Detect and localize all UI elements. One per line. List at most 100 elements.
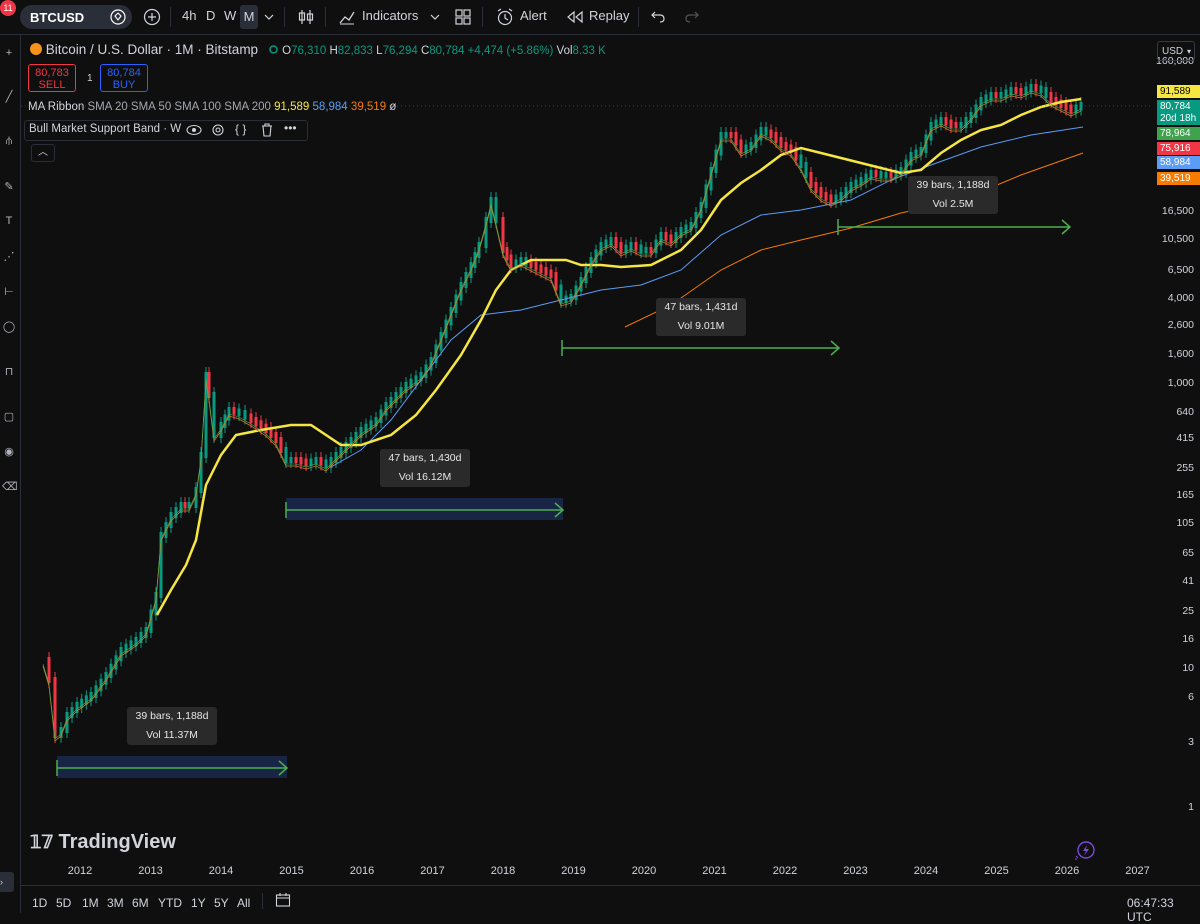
candle-body bbox=[232, 407, 236, 415]
symbol-title[interactable]: Bitcoin / U.S. Dollar · 1M · Bitstamp bbox=[46, 42, 258, 57]
lightning-icon[interactable] bbox=[1073, 840, 1097, 862]
range-1m[interactable]: 1M bbox=[82, 896, 99, 910]
ohlc-values: O76,310 H82,833 L76,294 C80,784 +4,474 (… bbox=[282, 45, 606, 57]
symbol-search-button[interactable]: BTCUSD bbox=[20, 5, 132, 29]
interval-m[interactable]: M bbox=[240, 5, 258, 29]
settings-gear-icon[interactable] bbox=[211, 123, 225, 137]
undo-icon[interactable] bbox=[650, 10, 666, 24]
range-ytd[interactable]: YTD bbox=[158, 896, 182, 910]
candle-style-icon[interactable] bbox=[297, 8, 315, 26]
bull-market-band-legend[interactable]: Bull Market Support Band · W { } ••• bbox=[24, 120, 308, 141]
candle-body bbox=[999, 92, 1003, 98]
range-3m[interactable]: 3M bbox=[107, 896, 124, 910]
candle-body bbox=[889, 172, 893, 178]
candle-body bbox=[501, 217, 505, 253]
candle-body bbox=[809, 172, 813, 188]
trend-line-icon[interactable]: ╱ bbox=[2, 90, 16, 104]
price-tick-label: 4,000 bbox=[1167, 292, 1194, 304]
candle-body bbox=[314, 457, 318, 465]
add-symbol-icon[interactable] bbox=[143, 8, 161, 26]
candle-body bbox=[509, 254, 513, 268]
replay-button[interactable]: Replay bbox=[589, 8, 629, 23]
alert-button[interactable]: Alert bbox=[520, 8, 547, 23]
eye-icon[interactable]: ◉ bbox=[2, 445, 16, 459]
brush-icon[interactable]: ✎ bbox=[2, 180, 16, 194]
price-badge: 78,964 bbox=[1157, 127, 1200, 140]
annotation-bars: 39 bars, 1,188d bbox=[916, 179, 990, 191]
annotation-bars: 39 bars, 1,188d bbox=[135, 710, 209, 722]
price-tick-label: 3 bbox=[1188, 736, 1194, 748]
indicators-icon[interactable] bbox=[338, 8, 356, 26]
candle-body bbox=[243, 410, 247, 420]
range-annotation-4[interactable]: 39 bars, 1,188d Vol 2.5M bbox=[908, 176, 998, 214]
more-options-icon[interactable]: ••• bbox=[284, 121, 297, 135]
time-axis[interactable]: 2012 2013 2014 2015 2016 2017 2018 2019 2020 2021… bbox=[21, 857, 1153, 883]
interval-d[interactable]: D bbox=[206, 8, 215, 23]
expand-panel-button[interactable]: › bbox=[0, 872, 14, 892]
buy-button[interactable]: 80,784 BUY bbox=[100, 64, 148, 92]
candle-body bbox=[164, 522, 168, 538]
time-tick-label: 2019 bbox=[561, 865, 586, 877]
candle-body bbox=[729, 132, 733, 138]
calendar-icon[interactable] bbox=[275, 892, 291, 908]
pattern-icon[interactable]: ⋰ bbox=[2, 250, 16, 264]
range-6m[interactable]: 6M bbox=[132, 896, 149, 910]
annotation-vol: Vol 16.12M bbox=[398, 471, 452, 483]
collapse-legend-button[interactable]: ︿ bbox=[31, 144, 55, 162]
candle-body bbox=[944, 117, 948, 126]
range-annotation-1[interactable]: 39 bars, 1,188d Vol 11.37M bbox=[127, 707, 217, 745]
pitchfork-icon[interactable]: ⫛ bbox=[2, 135, 16, 149]
trash-icon[interactable]: ⌫ bbox=[2, 480, 18, 494]
sell-button[interactable]: 80,783 SELL bbox=[28, 64, 76, 92]
clock-display[interactable]: 06:47:33 UTC bbox=[1127, 896, 1200, 924]
lock-icon[interactable]: ▢ bbox=[2, 410, 16, 424]
range-1y[interactable]: 1Y bbox=[191, 896, 206, 910]
candle-body bbox=[874, 170, 878, 177]
replay-icon[interactable] bbox=[566, 10, 584, 24]
magnet-icon[interactable]: ⊓ bbox=[2, 365, 16, 379]
range-5d[interactable]: 5D bbox=[56, 896, 71, 910]
currency-label: USD bbox=[1162, 46, 1184, 57]
ruler-icon[interactable]: ⊢ bbox=[2, 285, 16, 299]
range-all[interactable]: All bbox=[237, 896, 250, 910]
annotation-bars: 47 bars, 1,431d bbox=[664, 301, 738, 313]
range-1d[interactable]: 1D bbox=[32, 896, 47, 910]
candle-body bbox=[664, 232, 668, 241]
ma-value-2: 58,984 bbox=[312, 101, 348, 113]
chevron-down-icon[interactable] bbox=[264, 13, 274, 21]
trash-icon[interactable] bbox=[261, 123, 273, 137]
candle-body bbox=[47, 657, 51, 683]
crosshair-icon[interactable]: + bbox=[2, 47, 16, 61]
time-tick-label: 2021 bbox=[702, 865, 727, 877]
text-icon[interactable]: T bbox=[2, 215, 16, 229]
notification-badge[interactable]: 11 bbox=[0, 0, 16, 16]
price-badge: 91,589 bbox=[1157, 85, 1200, 98]
indicators-button[interactable]: Indicators bbox=[362, 8, 418, 23]
price-tick-label: 10 bbox=[1182, 662, 1194, 674]
candle-body bbox=[994, 92, 998, 98]
price-tick-label: 255 bbox=[1176, 462, 1194, 474]
chevron-down-icon[interactable] bbox=[430, 13, 440, 21]
candle-body bbox=[799, 154, 803, 168]
candle-body bbox=[949, 119, 953, 128]
time-tick-label: 2016 bbox=[349, 865, 375, 877]
range-5y[interactable]: 5Y bbox=[214, 896, 229, 910]
source-code-icon[interactable]: { } bbox=[235, 122, 246, 136]
eye-icon[interactable] bbox=[185, 123, 203, 137]
range-annotation-3[interactable]: 47 bars, 1,431d Vol 9.01M bbox=[656, 298, 746, 336]
range-annotation-2[interactable]: 47 bars, 1,430d Vol 16.12M bbox=[380, 449, 470, 487]
candle-body bbox=[639, 244, 643, 253]
interval-w[interactable]: W bbox=[224, 8, 236, 23]
zoom-icon[interactable]: ◯ bbox=[2, 320, 16, 334]
layout-grid-icon[interactable] bbox=[454, 8, 472, 26]
price-tick-label: 1,600 bbox=[1167, 348, 1194, 360]
ma-ribbon-legend[interactable]: MA Ribbon SMA 20 SMA 50 SMA 100 SMA 200 … bbox=[28, 101, 396, 113]
redo-icon[interactable] bbox=[684, 10, 700, 24]
alert-clock-icon[interactable] bbox=[495, 7, 515, 27]
candle-body bbox=[804, 162, 808, 178]
ma-value-3: 39,519 bbox=[350, 101, 387, 113]
candle-body bbox=[829, 194, 833, 203]
currency-selector[interactable]: USD ▾ bbox=[1157, 41, 1195, 61]
interval-4h[interactable]: 4h bbox=[182, 8, 196, 23]
bottom-toolbar: 1D 5D 1M 3M 6M YTD 1Y 5Y All 06:47:33 UT… bbox=[21, 885, 1200, 924]
